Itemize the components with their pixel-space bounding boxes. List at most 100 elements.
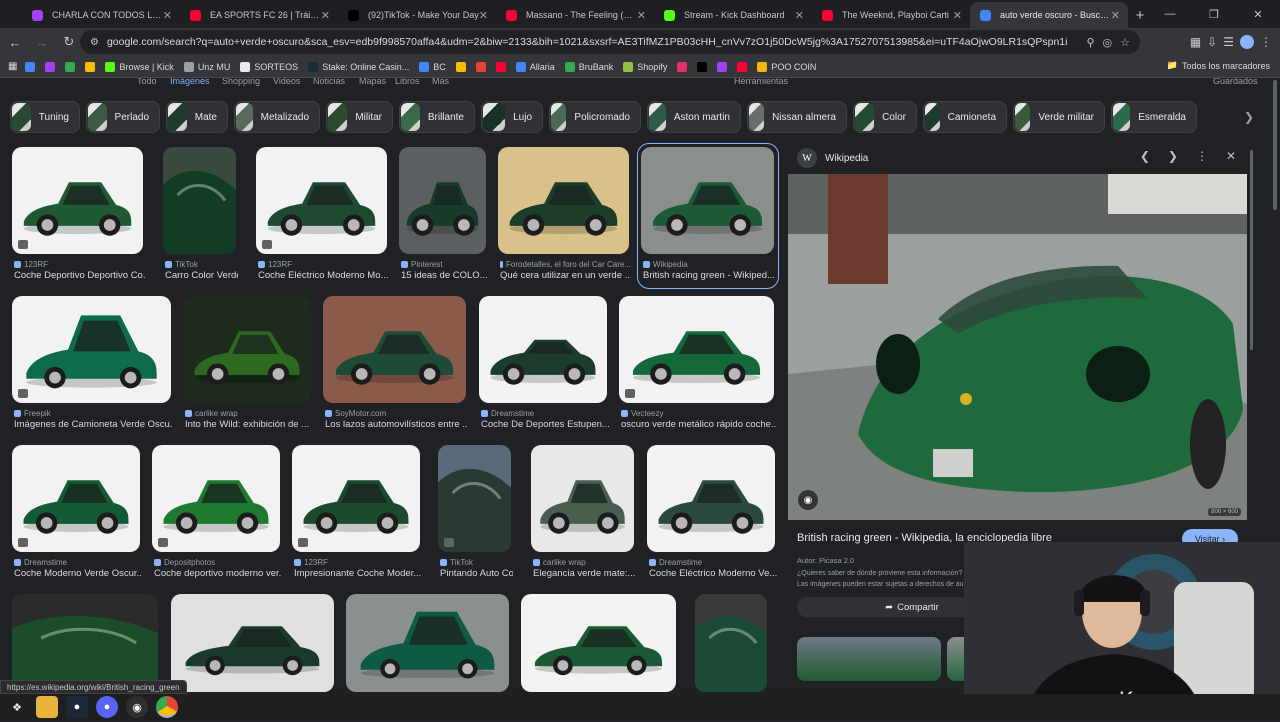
refinement-chip[interactable]: Militar bbox=[326, 101, 393, 133]
search-tab[interactable]: Todo bbox=[137, 78, 157, 86]
search-tab[interactable]: Guardados bbox=[1213, 78, 1258, 86]
result-title[interactable]: Imágenes de Camioneta Verde Oscu... bbox=[14, 419, 173, 430]
result-title[interactable]: Qué cera utilizar en un verde ... bbox=[500, 270, 631, 281]
result-title[interactable]: Impresionante Coche Moder... bbox=[294, 568, 422, 579]
image-result[interactable]: 123RF Coche Eléctrico Moderno Mo... bbox=[256, 147, 388, 284]
previous-chevron-icon[interactable]: ❮ bbox=[1140, 149, 1150, 163]
refinement-chip[interactable]: Verde militar bbox=[1013, 101, 1105, 133]
bookmark-star-icon[interactable]: ☆ bbox=[1120, 36, 1130, 49]
back-arrow-icon[interactable]: ← bbox=[3, 30, 27, 54]
preview-image[interactable]: ◉ 800 × 600 bbox=[788, 174, 1247, 520]
search-tab[interactable]: Shopping bbox=[222, 78, 260, 86]
site-settings-icon[interactable]: ⚙ bbox=[90, 37, 99, 48]
result-thumbnail[interactable] bbox=[438, 445, 511, 552]
menu-dots-icon[interactable]: ⋮ bbox=[1260, 35, 1272, 49]
browser-tab[interactable]: EA SPORTS FC 26 | Tráiler oficial✕ bbox=[180, 2, 338, 28]
refinement-chip[interactable]: Color bbox=[853, 101, 917, 133]
result-thumbnail[interactable] bbox=[619, 296, 774, 403]
result-source[interactable]: 123RF bbox=[14, 260, 145, 269]
result-source[interactable]: 123RF bbox=[294, 558, 422, 567]
result-source[interactable]: SoyMotor.com bbox=[325, 409, 468, 418]
bookmark-item[interactable]: BruBank bbox=[561, 61, 618, 72]
result-thumbnail[interactable] bbox=[12, 296, 171, 403]
bookmark-item[interactable]: BC bbox=[415, 61, 450, 72]
result-thumbnail[interactable] bbox=[12, 594, 158, 692]
image-result[interactable]: TikTokCarro Color Verde ... bbox=[163, 147, 238, 284]
file-explorer-icon[interactable] bbox=[36, 696, 58, 718]
bookmark-item[interactable] bbox=[21, 61, 39, 72]
bookmark-item[interactable] bbox=[41, 61, 59, 72]
refinement-chip[interactable]: Aston martin bbox=[647, 101, 741, 133]
image-result[interactable]: Vecteezy oscuro verde metálico rápido coc… bbox=[619, 296, 776, 433]
result-thumbnail[interactable] bbox=[292, 445, 420, 552]
image-result[interactable]: Depositphotos Coche deportivo moderno ver… bbox=[152, 445, 282, 582]
result-title[interactable]: Coche Eléctrico Moderno Ve... bbox=[649, 568, 777, 579]
result-thumbnail[interactable] bbox=[323, 296, 466, 403]
window-close-icon[interactable]: ✕ bbox=[1236, 0, 1280, 28]
refinement-chip[interactable]: Camioneta bbox=[923, 101, 1007, 133]
google-lens-icon[interactable]: ◉ bbox=[798, 490, 818, 510]
tab-close-icon[interactable]: ✕ bbox=[321, 9, 330, 22]
bookmark-item[interactable] bbox=[673, 61, 691, 72]
refinement-chip[interactable]: Tuning bbox=[10, 101, 80, 133]
tab-close-icon[interactable]: ✕ bbox=[795, 9, 804, 22]
result-source[interactable]: Dreamstime bbox=[481, 409, 609, 418]
tab-close-icon[interactable]: ✕ bbox=[163, 9, 172, 22]
bookmark-item[interactable]: Browse | Kick bbox=[101, 61, 177, 72]
result-thumbnail[interactable] bbox=[531, 445, 634, 552]
bookmark-item[interactable]: Shopify bbox=[619, 61, 671, 72]
bookmark-item[interactable] bbox=[492, 61, 510, 72]
search-tab[interactable]: Herramientas bbox=[734, 78, 788, 86]
result-thumbnail[interactable] bbox=[256, 147, 387, 254]
zoom-search-icon[interactable]: ⚲ bbox=[1086, 36, 1094, 49]
profile-avatar-icon[interactable] bbox=[1240, 35, 1254, 49]
page-scrollbar[interactable] bbox=[1273, 80, 1277, 210]
bookmark-item[interactable] bbox=[472, 61, 490, 72]
reload-icon[interactable]: ↻ bbox=[57, 30, 81, 54]
result-source[interactable]: Depositphotos bbox=[154, 558, 282, 567]
browser-tab[interactable]: auto verde oscuro - Buscar con✕ bbox=[970, 2, 1128, 28]
refinement-chip[interactable]: Nissan almera bbox=[747, 101, 847, 133]
next-chevron-icon[interactable]: ❯ bbox=[1168, 149, 1178, 163]
panel-source[interactable]: W Wikipedia bbox=[797, 148, 868, 168]
browser-tab[interactable]: Massano - The Feeling (2022 Re✕ bbox=[496, 2, 654, 28]
tab-close-icon[interactable]: ✕ bbox=[479, 9, 488, 22]
discord-icon[interactable]: ● bbox=[96, 696, 118, 718]
bookmark-item[interactable]: SORTEOS bbox=[236, 61, 302, 72]
windows-start-icon[interactable]: ❖ bbox=[6, 696, 28, 718]
result-thumbnail[interactable] bbox=[399, 147, 486, 254]
result-source[interactable]: Dreamstime bbox=[14, 558, 142, 567]
tab-close-icon[interactable]: ✕ bbox=[1111, 9, 1120, 22]
search-tab[interactable]: Videos bbox=[273, 78, 300, 86]
all-bookmarks-folder[interactable]: 📁 Todos los marcadores bbox=[1167, 60, 1270, 71]
image-result[interactable]: Dreamstime Coche Eléctrico Moderno Ve... bbox=[647, 445, 777, 582]
panel-scrollbar[interactable] bbox=[1250, 150, 1253, 350]
forward-arrow-icon[interactable]: → bbox=[30, 30, 54, 54]
bookmark-item[interactable] bbox=[61, 61, 79, 72]
bookmark-item[interactable] bbox=[452, 61, 470, 72]
address-bar[interactable]: ⚙ google.com/search?q=auto+verde+oscuro&… bbox=[80, 30, 1140, 54]
result-thumbnail[interactable] bbox=[12, 147, 143, 254]
result-thumbnail[interactable] bbox=[171, 594, 334, 692]
result-thumbnail[interactable] bbox=[152, 445, 280, 552]
result-title[interactable]: 15 ideas de COLO... bbox=[401, 270, 488, 281]
result-thumbnail[interactable] bbox=[183, 296, 311, 403]
result-title[interactable]: Coche De Deportes Estupen... bbox=[481, 419, 609, 430]
result-title[interactable]: oscuro verde metálico rápido coche... bbox=[621, 419, 776, 430]
result-title[interactable]: Pintando Auto Co... bbox=[440, 568, 513, 579]
refinement-chip[interactable]: Lujo bbox=[481, 101, 543, 133]
bookmark-item[interactable] bbox=[733, 61, 751, 72]
result-source[interactable]: Forodetalles, el foro del Car Care... bbox=[500, 260, 631, 269]
result-source[interactable]: Pinterest bbox=[401, 260, 488, 269]
download-icon[interactable]: ⇩ bbox=[1207, 35, 1217, 49]
result-thumbnail[interactable] bbox=[498, 147, 629, 254]
image-result[interactable]: 123RF Impresionante Coche Moder... bbox=[292, 445, 422, 582]
result-title[interactable]: Los lazos automovilísticos entre ... bbox=[325, 419, 468, 430]
result-title[interactable]: Coche Deportivo Deportivo Co... bbox=[14, 270, 145, 281]
refinement-chip[interactable]: Mate bbox=[166, 101, 228, 133]
result-thumbnail[interactable] bbox=[12, 445, 140, 552]
steam-icon[interactable]: ● bbox=[66, 696, 88, 718]
image-result[interactable]: TikTokPintando Auto Co... bbox=[438, 445, 513, 582]
search-tab[interactable]: Más bbox=[432, 78, 449, 86]
result-thumbnail[interactable] bbox=[346, 594, 509, 692]
